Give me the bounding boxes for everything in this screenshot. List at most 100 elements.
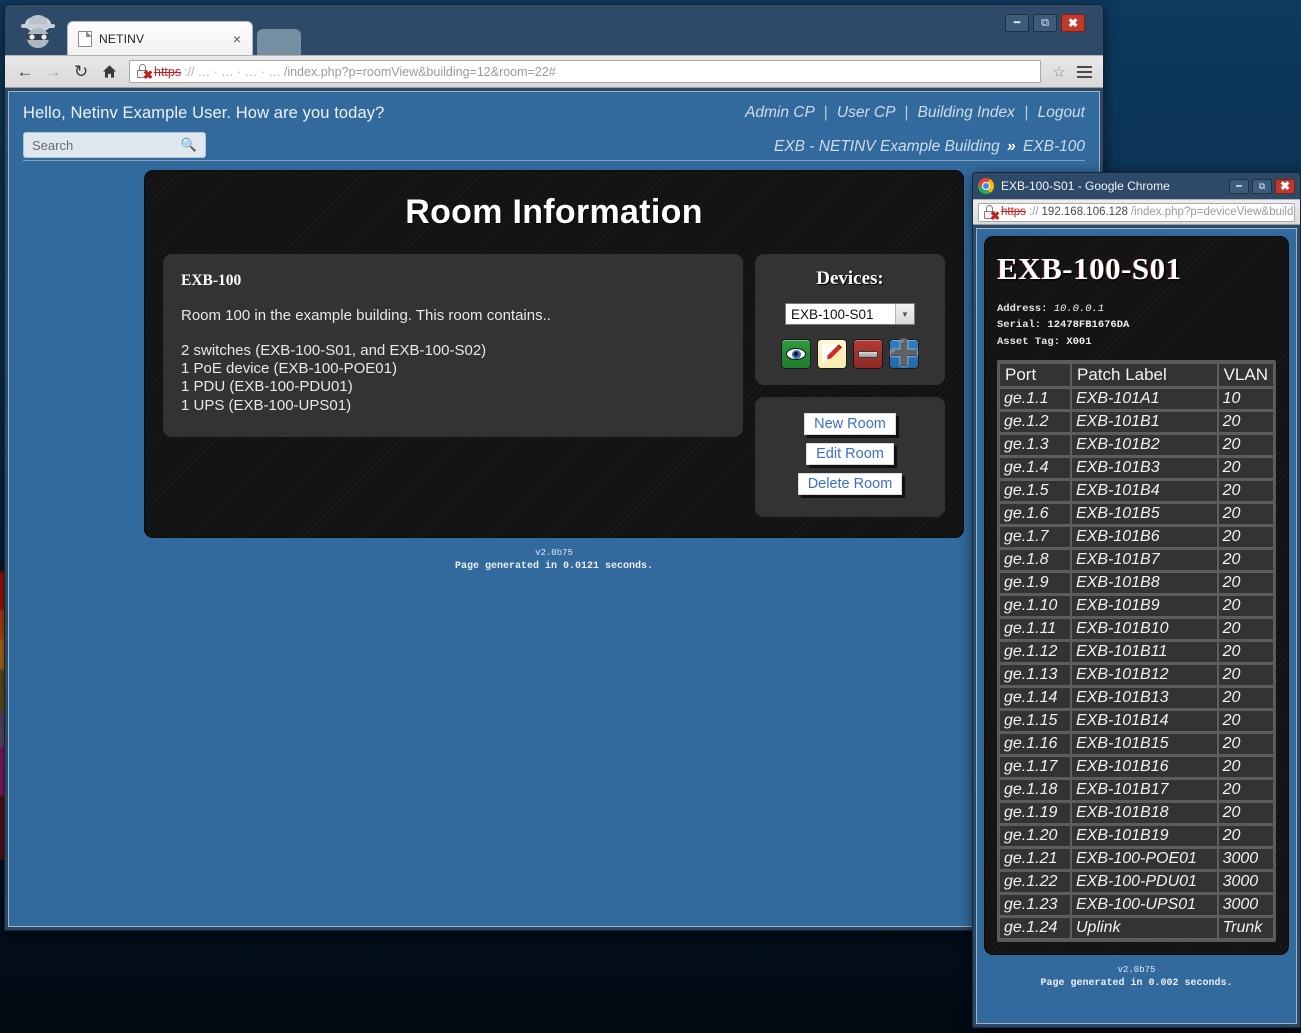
cell-vlan: 20 (1218, 503, 1274, 525)
search-icon: 🔍 (181, 137, 197, 153)
cell-vlan: 20 (1218, 434, 1274, 456)
cell-port: ge.1.11 (999, 618, 1071, 640)
breadcrumb[interactable]: EXB - NETINV Example Building » EXB-100 (774, 138, 1085, 156)
table-row: ge.1.7EXB-101B620 (999, 526, 1274, 548)
cell-port: ge.1.3 (999, 434, 1071, 456)
cell-patch-label: EXB-101B3 (1071, 457, 1218, 479)
cell-patch-label: EXB-101A1 (1071, 388, 1218, 410)
room-code: EXB-100 (181, 272, 725, 290)
cell-port: ge.1.15 (999, 710, 1071, 732)
new-room-button[interactable]: New Room (804, 413, 896, 435)
browser-tab[interactable]: NETINV × (67, 21, 253, 55)
chevron-down-icon[interactable]: ▼ (895, 304, 914, 324)
table-row: ge.1.16EXB-101B1520 (999, 733, 1274, 755)
add-device-icon[interactable]: ➕ (889, 339, 919, 369)
popup-close-button[interactable]: ✖ (1275, 179, 1295, 194)
page-generation-time: Page generated in 0.0121 seconds. (9, 560, 1099, 575)
home-icon[interactable] (96, 59, 122, 85)
cell-patch-label: EXB-101B7 (1071, 549, 1218, 571)
cell-port: ge.1.18 (999, 779, 1071, 801)
new-tab-button[interactable] (257, 29, 301, 55)
minimize-button[interactable]: ━ (1005, 14, 1029, 32)
cell-port: ge.1.20 (999, 825, 1071, 847)
cell-vlan: 20 (1218, 802, 1274, 824)
forward-icon[interactable]: → (40, 59, 66, 85)
device-metadata: Address: 10.0.0.1 Serial: 12478FB1676DA … (997, 301, 1276, 350)
main-page-footer: v2.0b75 Page generated in 0.0121 seconds… (9, 547, 1099, 575)
nav-link-logout[interactable]: Logout (1038, 104, 1085, 121)
popup-browser-toolbar[interactable]: ✖ https :// 192.168.106.128 /index.php?p… (973, 199, 1300, 225)
cell-port: ge.1.13 (999, 664, 1071, 686)
cell-patch-label: EXB-101B17 (1071, 779, 1218, 801)
port-table: Port Patch Label VLAN ge.1.1EXB-101A110g… (997, 360, 1276, 942)
restore-button[interactable]: ⧉ (1033, 14, 1057, 32)
table-row: ge.1.4EXB-101B320 (999, 457, 1274, 479)
popup-page-generation-time: Page generated in 0.002 seconds. (977, 977, 1296, 992)
breadcrumb-room[interactable]: EXB-100 (1023, 138, 1085, 155)
nav-link-admin-cp[interactable]: Admin CP (745, 104, 814, 121)
back-icon[interactable]: ← (12, 59, 38, 85)
cell-vlan: 20 (1218, 825, 1274, 847)
popup-restore-button[interactable]: ⧉ (1252, 179, 1272, 194)
devices-panel: Devices: EXB-100-S01 ▼ (755, 254, 945, 385)
cell-patch-label: EXB-100-UPS01 (1071, 894, 1218, 916)
main-browser-toolbar[interactable]: ← → ↻ ✖ https :// … · … · … · … /index.p… (5, 55, 1103, 88)
table-row: ge.1.15EXB-101B1420 (999, 710, 1274, 732)
cell-port: ge.1.16 (999, 733, 1071, 755)
home-glyph (102, 64, 117, 79)
cell-vlan: 20 (1218, 710, 1274, 732)
room-content-item: 1 PDU (EXB-100-PDU01) (181, 378, 725, 396)
cell-vlan: 20 (1218, 457, 1274, 479)
edit-room-button[interactable]: Edit Room (806, 443, 894, 465)
popup-titlebar[interactable]: EXB-100-S01 - Google Chrome ━ ⧉ ✖ (973, 173, 1300, 199)
cell-port: ge.1.22 (999, 871, 1071, 893)
device-asset-row: Asset Tag: X001 (997, 334, 1276, 350)
reload-icon[interactable]: ↻ (68, 59, 94, 85)
bookmark-star-icon[interactable]: ☆ (1048, 61, 1070, 83)
delete-device-icon[interactable] (853, 339, 883, 369)
nav-link-user-cp[interactable]: User CP (837, 104, 895, 121)
main-window-titlebar[interactable]: NETINV × ━ ⧉ ✖ (5, 5, 1103, 55)
device-select-dropdown[interactable]: EXB-100-S01 ▼ (785, 303, 915, 325)
table-row: ge.1.11EXB-101B1020 (999, 618, 1274, 640)
cell-port: ge.1.14 (999, 687, 1071, 709)
delete-room-button[interactable]: Delete Room (798, 473, 903, 495)
chrome-menu-icon[interactable] (1072, 60, 1096, 84)
close-icon: ✖ (1280, 180, 1290, 192)
view-device-icon[interactable] (781, 339, 811, 369)
table-row: ge.1.3EXB-101B220 (999, 434, 1274, 456)
edit-device-icon[interactable] (817, 339, 847, 369)
main-browser-window[interactable]: NETINV × ━ ⧉ ✖ ← → (4, 4, 1104, 931)
url-redacted-host: … · … · … · … (198, 65, 281, 79)
cell-patch-label: EXB-101B13 (1071, 687, 1218, 709)
cell-vlan: 20 (1218, 595, 1274, 617)
room-description: Room 100 in the example building. This r… (181, 308, 725, 325)
main-window-controls[interactable]: ━ ⧉ ✖ (1005, 14, 1085, 32)
device-popup-window[interactable]: EXB-100-S01 - Google Chrome ━ ⧉ ✖ (972, 172, 1301, 1028)
cell-vlan: 20 (1218, 572, 1274, 594)
popup-minimize-button[interactable]: ━ (1229, 179, 1249, 194)
cell-vlan: 3000 (1218, 894, 1274, 916)
table-row: ge.1.17EXB-101B1620 (999, 756, 1274, 778)
cell-patch-label: Uplink (1071, 917, 1218, 939)
table-row: ge.1.18EXB-101B1720 (999, 779, 1274, 801)
popup-address-bar[interactable]: ✖ https :// 192.168.106.128 /index.php?p… (978, 203, 1295, 222)
tab-close-icon[interactable]: × (228, 31, 246, 47)
cell-patch-label: EXB-101B11 (1071, 641, 1218, 663)
device-action-icons[interactable]: ➕ (765, 339, 935, 369)
address-bar[interactable]: ✖ https :// … · … · … · … /index.php?p=r… (129, 60, 1041, 83)
pencil-icon (820, 342, 844, 366)
device-address-row: Address: 10.0.0.1 (997, 301, 1276, 317)
cell-patch-label: EXB-101B6 (1071, 526, 1218, 548)
search-input[interactable]: Search 🔍 (23, 132, 206, 158)
nav-link-building-index[interactable]: Building Index (918, 104, 1015, 121)
breadcrumb-building[interactable]: EXB - NETINV Example Building (774, 138, 1000, 155)
app-version: v2.0b75 (9, 547, 1099, 560)
cell-port: ge.1.23 (999, 894, 1071, 916)
cell-patch-label: EXB-100-PDU01 (1071, 871, 1218, 893)
popup-url-host: 192.168.106.128 (1042, 206, 1128, 218)
top-nav-links[interactable]: Admin CP | User CP | Building Index | Lo… (745, 104, 1085, 122)
room-information-card: Room Information EXB-100 Room 100 in the… (145, 171, 963, 537)
close-button[interactable]: ✖ (1061, 14, 1085, 32)
popup-window-controls[interactable]: ━ ⧉ ✖ (1229, 179, 1295, 194)
